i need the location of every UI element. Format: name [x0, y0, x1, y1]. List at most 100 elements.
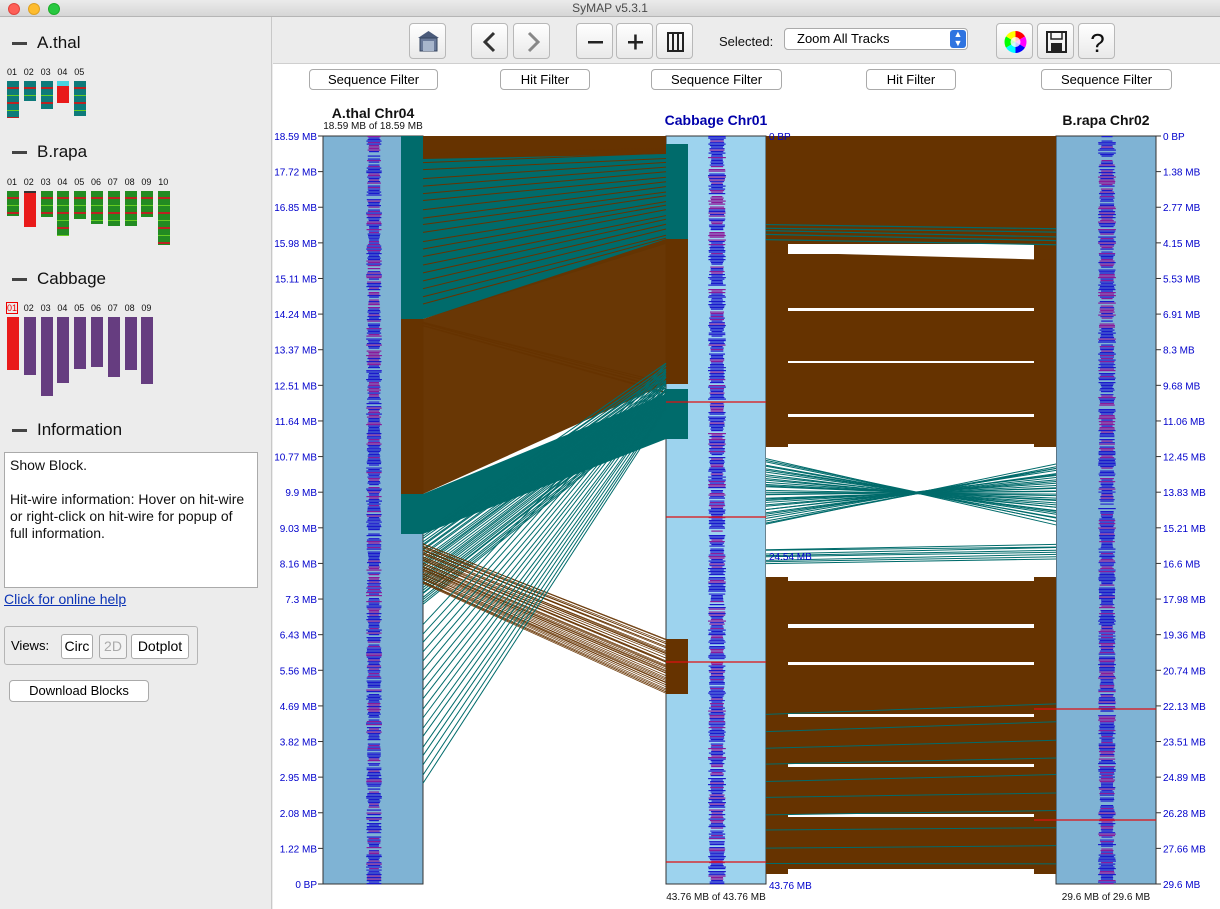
chr-label-10[interactable]: 10: [158, 177, 168, 187]
mini-chromosome-02[interactable]: [23, 81, 36, 101]
mini-chromosome-10[interactable]: [158, 191, 171, 245]
chr-label-05[interactable]: 05: [74, 177, 84, 187]
2d-view-canvas[interactable]: Sequence Filter Hit Filter Sequence Filt…: [273, 64, 1220, 909]
selected-dropdown[interactable]: Zoom All Tracks ▲ ▼: [784, 28, 968, 50]
chr-label-02[interactable]: 02: [24, 303, 34, 313]
collapse-icon[interactable]: [12, 42, 27, 46]
mini-chromosome-05[interactable]: [74, 317, 87, 369]
mini-chromosome-07[interactable]: [107, 191, 120, 226]
mini-chromosome-01[interactable]: [7, 81, 19, 118]
axis-left-label-1: 17.72 MB: [274, 168, 317, 179]
axis-right-label-15: 20.74 MB: [1163, 666, 1206, 677]
chr-label-03[interactable]: 03: [41, 303, 51, 313]
chr-label-09[interactable]: 09: [141, 303, 151, 313]
chr-label-01[interactable]: 01: [7, 67, 17, 77]
dotplot-view-button[interactable]: Dotplot: [131, 634, 189, 659]
mini-chromosome-01[interactable]: [7, 191, 19, 216]
mini-chromosome-09[interactable]: [141, 191, 154, 217]
chr-label-06[interactable]: 06: [91, 177, 101, 187]
chr-label-06[interactable]: 06: [91, 303, 101, 313]
mini-chromosome-05[interactable]: [74, 191, 87, 219]
2d-view-button[interactable]: 2D: [99, 634, 127, 659]
mini-chromosome-05[interactable]: [74, 81, 87, 116]
hit-athal-block-3[interactable]: [401, 494, 423, 534]
forward-button[interactable]: [513, 23, 550, 59]
hit-athal-block-2[interactable]: [401, 319, 423, 494]
chr-label-03[interactable]: 03: [41, 177, 51, 187]
chr-label-01[interactable]: 01: [7, 177, 17, 187]
circ-view-button[interactable]: Circ: [61, 634, 93, 659]
mini-chromosome-01[interactable]: [7, 317, 19, 370]
axis-right-label-10: 13.83 MB: [1163, 488, 1206, 499]
mini-chromosome-08[interactable]: [124, 317, 137, 370]
mini-chromosome-04[interactable]: [57, 191, 70, 236]
chr-label-08[interactable]: 08: [125, 177, 135, 187]
info-textbox[interactable]: Show Block. Hit-wire information: Hover …: [4, 452, 258, 588]
mini-chromosome-04[interactable]: [57, 317, 70, 383]
mini-chromosome-03[interactable]: [40, 317, 53, 396]
download-blocks-button[interactable]: Download Blocks: [9, 680, 149, 702]
chr-label-05[interactable]: 05: [74, 67, 84, 77]
mini-chromosome-04[interactable]: [57, 81, 70, 103]
axis-right-label-16: 22.13 MB: [1163, 702, 1206, 713]
zoom-in-button[interactable]: [616, 23, 653, 59]
minimize-window-button[interactable]: [28, 3, 40, 15]
axis-right-label-9: 12.45 MB: [1163, 453, 1206, 464]
mini-chromosome-02[interactable]: [23, 317, 36, 375]
help-button[interactable]: ?: [1078, 23, 1115, 59]
hit-athal-block-1[interactable]: [401, 136, 423, 319]
chr-label-07[interactable]: 07: [108, 303, 118, 313]
axis-right-label-5: 6.91 MB: [1163, 310, 1201, 321]
fit-tracks-button[interactable]: [656, 23, 693, 59]
mini-chromosome-06[interactable]: [91, 317, 103, 367]
information-section-header[interactable]: Information: [12, 420, 122, 440]
axis-right-label-18: 24.89 MB: [1163, 773, 1206, 784]
toolbar: Selected: Zoom All Tracks ▲ ▼ ?: [273, 17, 1220, 64]
chr-label-01[interactable]: 01: [5, 302, 19, 314]
chr-label-04[interactable]: 04: [57, 303, 67, 313]
mini-chromosome-07[interactable]: [107, 317, 120, 377]
hit-cabbage-block-4[interactable]: [666, 639, 688, 694]
zoom-out-button[interactable]: [576, 23, 613, 59]
axis-left-label-18: 2.95 MB: [280, 773, 318, 784]
brapa-section-header[interactable]: B.rapa: [12, 142, 87, 162]
color-button[interactable]: [996, 23, 1033, 59]
mini-chromosome-02[interactable]: [23, 191, 36, 227]
axis-left-label-2: 16.85 MB: [274, 203, 317, 214]
collapse-icon[interactable]: [12, 429, 27, 433]
synteny-ribbon-7[interactable]: [766, 579, 1056, 869]
axis-right-label-4: 5.53 MB: [1163, 274, 1201, 285]
back-button[interactable]: [471, 23, 508, 59]
mini-chromosome-08[interactable]: [124, 191, 137, 226]
chr-label-04[interactable]: 04: [57, 177, 67, 187]
chr-label-02[interactable]: 02: [24, 177, 34, 187]
cabbage-section-header[interactable]: Cabbage: [12, 269, 106, 289]
home-button[interactable]: [409, 23, 446, 59]
chr-label-02[interactable]: 02: [24, 67, 34, 77]
chr-label-05[interactable]: 05: [74, 303, 84, 313]
collapse-icon[interactable]: [12, 278, 27, 282]
hit-cabbage-block-2[interactable]: [666, 239, 688, 384]
hit-cabbage-block-1[interactable]: [666, 144, 688, 239]
chr-label-04[interactable]: 04: [57, 67, 67, 77]
hit-cabbage-block-3[interactable]: [666, 389, 688, 439]
chr-label-08[interactable]: 08: [125, 303, 135, 313]
close-window-button[interactable]: [8, 3, 20, 15]
chr-label-09[interactable]: 09: [141, 177, 151, 187]
save-button[interactable]: [1037, 23, 1074, 59]
chr-label-07[interactable]: 07: [108, 177, 118, 187]
maximize-window-button[interactable]: [48, 3, 60, 15]
selected-value: Zoom All Tracks: [797, 31, 890, 46]
collapse-icon[interactable]: [12, 151, 27, 155]
online-help-link[interactable]: Click for online help: [4, 591, 126, 607]
mini-chromosome-03[interactable]: [40, 191, 53, 217]
mini-chromosome-06[interactable]: [91, 191, 103, 224]
chr-label-03[interactable]: 03: [41, 67, 51, 77]
synteny-plot[interactable]: A.thal Chr0418.59 MB of 18.59 MB Cabbage …: [273, 64, 1220, 909]
gap-7: [788, 624, 1034, 628]
fit-icon: [667, 32, 684, 52]
mini-chromosome-09[interactable]: [141, 317, 154, 384]
athal-section-header[interactable]: A.thal: [12, 33, 80, 53]
mini-chromosome-03[interactable]: [40, 81, 53, 109]
gap-2: [788, 361, 1034, 363]
